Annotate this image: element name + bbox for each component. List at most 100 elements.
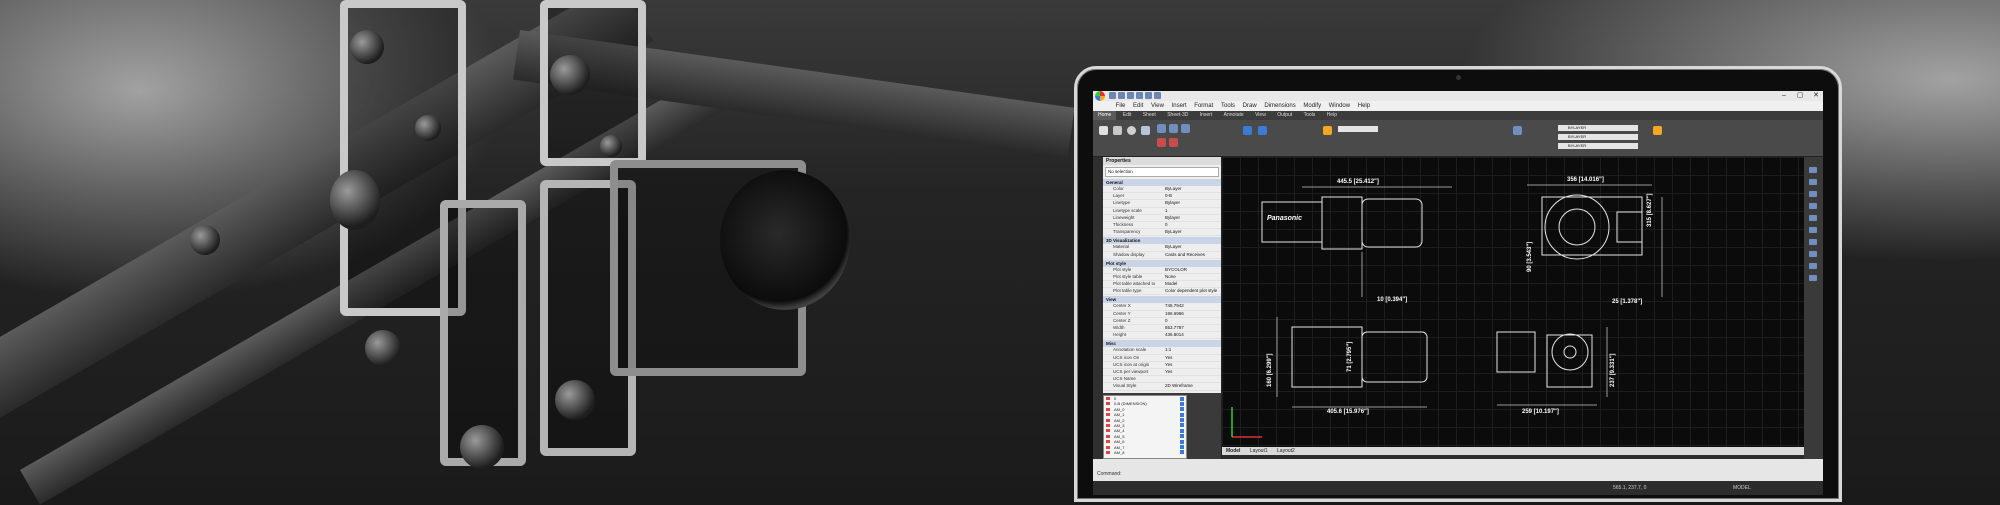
property-row[interactable]: UCS icon On Yes: [1103, 355, 1221, 362]
layer-tool-icon[interactable]: [1323, 126, 1332, 135]
osnap-icon[interactable]: [1809, 263, 1817, 269]
extend-tool-icon[interactable]: [1169, 138, 1178, 147]
property-value[interactable]: 745.7942: [1165, 303, 1221, 309]
maximize-button[interactable]: ▢: [1793, 91, 1807, 101]
dimension-tool-icon[interactable]: [1258, 126, 1267, 135]
property-row[interactable]: Layer 0-B: [1103, 193, 1221, 201]
tab-output[interactable]: Output: [1272, 111, 1297, 120]
property-row[interactable]: Annotation scale 1:1: [1103, 347, 1221, 355]
property-value[interactable]: Casts and Receives: [1165, 252, 1221, 258]
property-category[interactable]: Misc: [1103, 340, 1221, 348]
property-value[interactable]: 436.8014: [1165, 332, 1221, 338]
property-category[interactable]: General: [1103, 179, 1221, 186]
tab-edit[interactable]: Edit: [1118, 111, 1137, 120]
tab-insert[interactable]: Insert: [1195, 111, 1218, 120]
property-row[interactable]: UCS per viewport Yes: [1103, 369, 1221, 377]
trim-tool-icon[interactable]: [1157, 138, 1166, 147]
pan-icon[interactable]: [1809, 179, 1817, 185]
block-tool-icon[interactable]: [1513, 126, 1522, 135]
command-line[interactable]: Command:: [1093, 459, 1823, 481]
property-row[interactable]: Plot style BYCOLOR: [1103, 267, 1221, 274]
new-file-icon[interactable]: [1109, 92, 1116, 99]
property-value[interactable]: 2D Wireframe: [1165, 383, 1221, 389]
linetype-select[interactable]: BYLAYER: [1558, 134, 1638, 140]
property-value[interactable]: BYCOLOR: [1165, 267, 1221, 273]
property-row[interactable]: Plot style table None: [1103, 274, 1221, 282]
property-row[interactable]: UCS icon at origin Yes: [1103, 362, 1221, 369]
line-tool-icon[interactable]: [1099, 126, 1108, 135]
menu-insert[interactable]: Insert: [1169, 101, 1190, 111]
property-value[interactable]: Bylayer: [1165, 215, 1221, 221]
circle-tool-icon[interactable]: [1127, 126, 1136, 135]
property-value[interactable]: Yes: [1165, 369, 1221, 375]
property-value[interactable]: ByLayer: [1165, 244, 1221, 250]
zoom-icon[interactable]: [1809, 167, 1817, 173]
property-value[interactable]: Bylayer: [1165, 200, 1221, 206]
property-value[interactable]: 1:1: [1165, 347, 1221, 353]
property-value[interactable]: 853.7787: [1165, 325, 1221, 331]
property-value[interactable]: 196.6966: [1165, 311, 1221, 317]
property-category[interactable]: Plot style: [1103, 259, 1221, 267]
tab-sheet[interactable]: Sheet: [1138, 111, 1161, 120]
property-value[interactable]: ByLayer: [1165, 229, 1221, 235]
property-row[interactable]: Visual Style 2D Wireframe: [1103, 383, 1221, 391]
property-category[interactable]: View: [1103, 296, 1221, 304]
snap-icon[interactable]: [1809, 215, 1817, 221]
redo-icon[interactable]: [1154, 92, 1161, 99]
menu-dimensions[interactable]: Dimensions: [1261, 101, 1298, 111]
polar-icon[interactable]: [1809, 251, 1817, 257]
property-row[interactable]: Color ByLayer: [1103, 186, 1221, 194]
property-category[interactable]: 3D Visualization: [1103, 237, 1221, 245]
property-value[interactable]: Yes: [1165, 362, 1221, 368]
measure-icon[interactable]: [1809, 275, 1817, 281]
menu-file[interactable]: File: [1113, 101, 1129, 111]
lineweight-select[interactable]: BYLAYER: [1558, 143, 1638, 149]
property-value[interactable]: [1165, 376, 1221, 382]
property-row[interactable]: UCS Name: [1103, 376, 1221, 384]
tab-tools[interactable]: Tools: [1299, 111, 1321, 120]
property-value[interactable]: 0-B: [1165, 193, 1221, 199]
property-row[interactable]: Height 436.8014: [1103, 332, 1221, 340]
print-icon[interactable]: [1136, 92, 1143, 99]
property-value[interactable]: 0: [1165, 318, 1221, 324]
menu-tools[interactable]: Tools: [1218, 101, 1238, 111]
tab-annotate[interactable]: Annotate: [1219, 111, 1249, 120]
color-select[interactable]: BYLAYER: [1558, 125, 1638, 131]
property-value[interactable]: 0: [1165, 222, 1221, 228]
property-value[interactable]: Color dependent plot style: [1165, 288, 1221, 294]
app-logo-icon[interactable]: [1095, 91, 1105, 101]
property-row[interactable]: Thickness 0: [1103, 222, 1221, 230]
property-value[interactable]: Model: [1165, 281, 1221, 287]
menu-draw[interactable]: Draw: [1240, 101, 1260, 111]
property-row[interactable]: Center Y 196.6966: [1103, 311, 1221, 318]
match-properties-icon[interactable]: [1653, 126, 1662, 135]
property-row[interactable]: Linetype scale 1: [1103, 208, 1221, 215]
menu-window[interactable]: Window: [1326, 101, 1353, 111]
grid-icon[interactable]: [1809, 227, 1817, 233]
ortho-icon[interactable]: [1809, 239, 1817, 245]
property-row[interactable]: Center X 745.7942: [1103, 303, 1221, 311]
property-value[interactable]: Yes: [1165, 355, 1221, 361]
zoom-extents-icon[interactable]: [1809, 203, 1817, 209]
minimize-button[interactable]: –: [1777, 91, 1791, 101]
property-row[interactable]: Plot table attached to Model: [1103, 281, 1221, 289]
property-row[interactable]: Width 853.7787: [1103, 325, 1221, 333]
property-row[interactable]: Lineweight Bylayer: [1103, 215, 1221, 222]
tab-layout2[interactable]: Layout2: [1273, 447, 1299, 455]
rotate-tool-icon[interactable]: [1181, 124, 1190, 133]
space-mode[interactable]: MODEL: [1733, 481, 1751, 495]
open-file-icon[interactable]: [1118, 92, 1125, 99]
property-value[interactable]: 1: [1165, 208, 1221, 214]
tab-sheet-3d[interactable]: Sheet-3D: [1162, 111, 1193, 120]
property-row[interactable]: Linetype Bylayer: [1103, 200, 1221, 208]
property-row[interactable]: Transparency ByLayer: [1103, 229, 1221, 237]
selection-dropdown[interactable]: No selection: [1105, 167, 1219, 177]
menu-format[interactable]: Format: [1191, 101, 1216, 111]
menu-modify[interactable]: Modify: [1300, 101, 1324, 111]
save-icon[interactable]: [1127, 92, 1134, 99]
move-tool-icon[interactable]: [1157, 124, 1166, 133]
tab-layout1[interactable]: Layout1: [1246, 447, 1272, 455]
menu-edit[interactable]: Edit: [1130, 101, 1146, 111]
tab-home[interactable]: Home: [1093, 111, 1117, 120]
property-row[interactable]: Shadow display Casts and Receives: [1103, 252, 1221, 259]
